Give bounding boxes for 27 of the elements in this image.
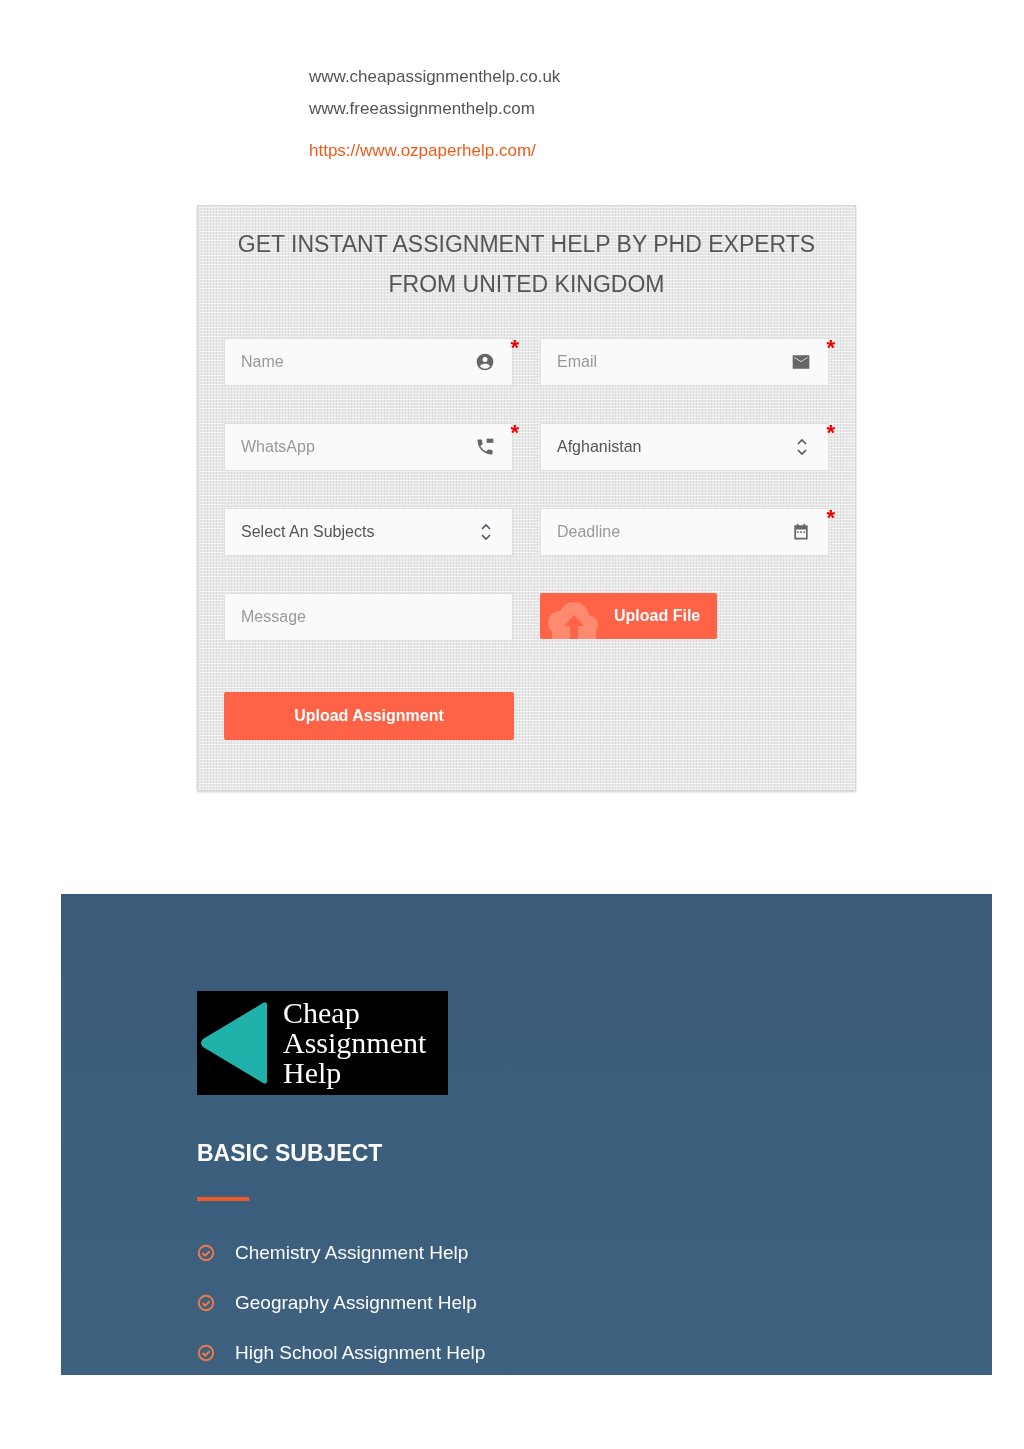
sort-arrows-icon [796, 437, 808, 457]
subject-link[interactable]: High School Assignment Help [235, 1341, 486, 1365]
section-heading: BASIC SUBJECT [197, 1139, 384, 1167]
website-address: www.cheapassignmenthelp.co.uk [309, 66, 561, 88]
user-icon [475, 352, 495, 372]
check-circle-icon [197, 1244, 215, 1262]
website-link[interactable]: https://www.ozpaperhelp.com/ [309, 140, 536, 162]
check-circle-icon [197, 1344, 215, 1362]
required-mark: * [826, 507, 835, 529]
calendar-icon [791, 522, 811, 542]
subject-link[interactable]: Chemistry Assignment Help [235, 1241, 469, 1265]
form-title: FROM UNITED KINGDOM [388, 270, 665, 299]
logo-text: Assignment [283, 1028, 427, 1058]
subject-link[interactable]: Geography Assignment Help [235, 1291, 477, 1315]
message-field[interactable]: Message [224, 593, 513, 641]
form-title: GET INSTANT ASSIGNMENT HELP BY PHD EXPERTS [237, 230, 816, 259]
phone-icon [475, 437, 495, 457]
required-mark: * [826, 337, 835, 359]
required-mark: * [826, 422, 835, 444]
check-circle-icon [197, 1294, 215, 1312]
website-address: www.freeassignmenthelp.com [309, 98, 535, 120]
required-mark: * [510, 422, 519, 444]
sort-arrows-icon [480, 522, 492, 542]
required-mark: * [510, 337, 519, 359]
select-field[interactable]: Select An Subjects [224, 508, 513, 556]
logo-text: Help [283, 1058, 342, 1088]
logo-text: Cheap [283, 998, 361, 1028]
